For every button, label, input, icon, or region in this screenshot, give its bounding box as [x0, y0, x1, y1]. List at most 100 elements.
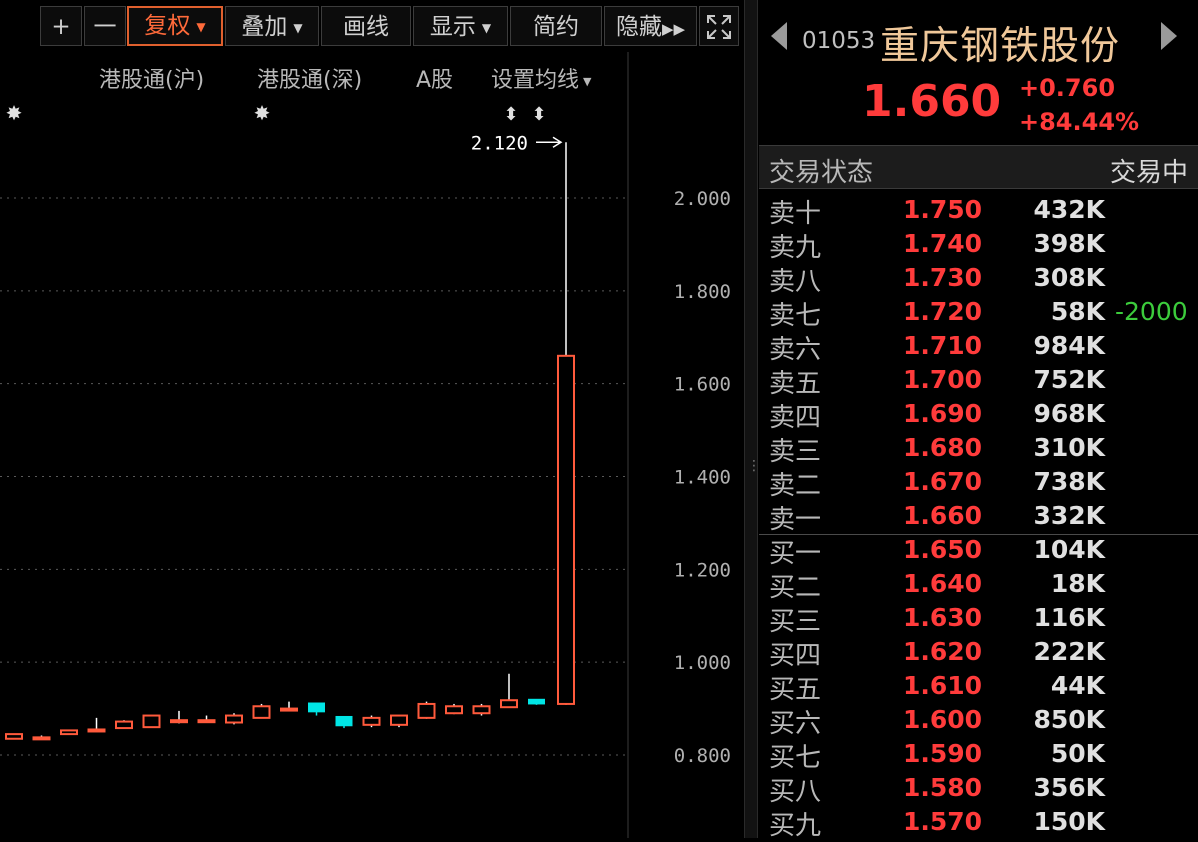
level-price: 1.600 [903, 705, 983, 734]
bid-row[interactable]: 买二 1.640 18K [759, 567, 1198, 603]
trading-status-value: 交易中 [1109, 158, 1188, 188]
ask-row[interactable]: 卖六 1.710 984K [759, 329, 1198, 365]
panel-splitter[interactable] [744, 0, 758, 838]
level-label: 卖一 [769, 505, 822, 535]
kline-chart-svg: 2.000 1.800 1.600 1.400 1.200 1.000 0.800 2.120… [0, 52, 731, 838]
level-volume: 968K [1033, 399, 1105, 428]
candle-body [5, 733, 23, 740]
caret-down-icon: ▼ [481, 20, 492, 35]
y-tick-label: 1.800 [674, 281, 731, 303]
level-volume: 104K [1033, 535, 1105, 564]
level-price: 1.580 [903, 773, 983, 802]
level-volume: 116K [1033, 603, 1105, 632]
hide-label: 隐藏 [615, 14, 662, 40]
kline-chart[interactable]: 2.000 1.800 1.600 1.400 1.200 1.000 0.800 2.120… [0, 52, 745, 838]
candle-body [335, 715, 353, 727]
candle-body [390, 714, 408, 726]
prev-stock-arrow-icon[interactable] [771, 22, 787, 50]
caret-down-icon: ▼ [293, 20, 303, 35]
level-label: 卖五 [769, 369, 822, 399]
level-price: 1.740 [903, 229, 983, 258]
candle-body [445, 705, 463, 715]
level-volume: 50K [1050, 739, 1105, 768]
candle-body [252, 705, 271, 719]
bid-row[interactable]: 买六 1.600 850K [759, 703, 1198, 739]
ask-row[interactable]: 卖十 1.750 432K [759, 193, 1198, 229]
level-label: 买八 [769, 777, 822, 807]
level-label: 卖七 [769, 301, 822, 331]
y-tick-label: 1.400 [674, 467, 731, 489]
level-label: 卖六 [769, 335, 822, 365]
bid-row[interactable]: 买四 1.620 222K [759, 635, 1198, 671]
level-volume: 432K [1033, 195, 1105, 224]
level-price: 1.680 [903, 433, 983, 462]
level-label: 买九 [769, 811, 822, 841]
ask-row[interactable]: 卖四 1.690 968K [759, 397, 1198, 433]
level-label: 买四 [769, 641, 822, 671]
candle-body [170, 719, 188, 724]
y-tick-label: 2.000 [674, 188, 731, 210]
bid-row[interactable]: 买七 1.590 50K [759, 737, 1198, 773]
level-volume: 150K [1033, 807, 1105, 836]
level-label: 卖三 [769, 437, 822, 467]
level-price: 1.640 [903, 569, 983, 598]
ask-row[interactable]: 卖七 1.720 58K -2000 [759, 295, 1198, 331]
level-price: 1.710 [903, 331, 983, 360]
fuquan-button[interactable]: 复权 ▼ [127, 6, 223, 46]
candle-body [87, 728, 106, 733]
level-volume: 222K [1033, 637, 1105, 666]
ask-row[interactable]: 卖九 1.740 398K [759, 227, 1198, 263]
level-price: 1.570 [903, 807, 983, 836]
updown-event-icon: ⬍ [531, 104, 546, 125]
bid-row[interactable]: 买三 1.630 116K [759, 601, 1198, 637]
y-tick-label: 1.200 [674, 559, 731, 581]
level-price: 1.670 [903, 467, 983, 496]
candle-body [417, 702, 436, 719]
level-volume: 310K [1033, 433, 1105, 462]
ask-row[interactable]: 卖五 1.700 752K [759, 363, 1198, 399]
stock-code: 01053 [802, 28, 876, 54]
level-label: 卖八 [769, 267, 822, 297]
bid-row[interactable]: 买一 1.650 104K [759, 533, 1198, 569]
level-label: 买五 [769, 675, 822, 705]
sun-event-icon: ✸ [6, 101, 23, 125]
zoom-in-button[interactable]: + [40, 6, 82, 46]
ask-row[interactable]: 卖二 1.670 738K [759, 465, 1198, 501]
candle-body [362, 716, 381, 726]
trading-status-row: 交易状态 交易中 [759, 145, 1198, 189]
level-price: 1.610 [903, 671, 983, 700]
ask-row[interactable]: 卖三 1.680 310K [759, 431, 1198, 467]
display-label: 显示 [429, 14, 476, 40]
level-volume: 58K [1050, 297, 1105, 326]
display-button[interactable]: 显示 ▼ [413, 6, 508, 46]
simple-mode-button[interactable]: 简约 [510, 6, 602, 46]
sun-event-icon: ✸ [254, 101, 271, 125]
fullscreen-button[interactable] [699, 6, 739, 46]
level-price: 1.690 [903, 399, 983, 428]
level-label: 买一 [769, 539, 822, 569]
ask-row[interactable]: 卖八 1.730 308K [759, 261, 1198, 297]
stock-name: 重庆钢铁股份 [880, 24, 1121, 69]
fuquan-label: 复权 [144, 13, 191, 39]
chart-toolbar: + 一 复权 ▼ 叠加 ▼ 画线 显示 ▼ 简约 隐藏▶▶ [0, 0, 745, 52]
candle-body [500, 699, 518, 709]
overlay-button[interactable]: 叠加 ▼ [225, 6, 319, 46]
ask-row[interactable]: 卖一 1.660 332K [759, 499, 1198, 535]
level-label: 买二 [769, 573, 822, 603]
level-volume: 752K [1033, 365, 1105, 394]
candle-body [308, 702, 325, 713]
level-price: 1.750 [903, 195, 983, 224]
level-volume: 308K [1033, 263, 1105, 292]
draw-line-button[interactable]: 画线 [321, 6, 411, 46]
updown-event-icon: ⬍ [503, 104, 518, 125]
zoom-out-button[interactable]: 一 [84, 6, 126, 46]
overlay-label: 叠加 [241, 14, 288, 40]
next-stock-arrow-icon[interactable] [1161, 22, 1177, 50]
hide-button[interactable]: 隐藏▶▶ [604, 6, 697, 46]
bid-row[interactable]: 买九 1.570 150K [759, 805, 1198, 841]
candle-body [60, 729, 78, 736]
bid-row[interactable]: 买八 1.580 356K [759, 771, 1198, 807]
level-label: 买七 [769, 743, 822, 773]
trading-status-label: 交易状态 [769, 158, 874, 188]
bid-row[interactable]: 买五 1.610 44K [759, 669, 1198, 705]
